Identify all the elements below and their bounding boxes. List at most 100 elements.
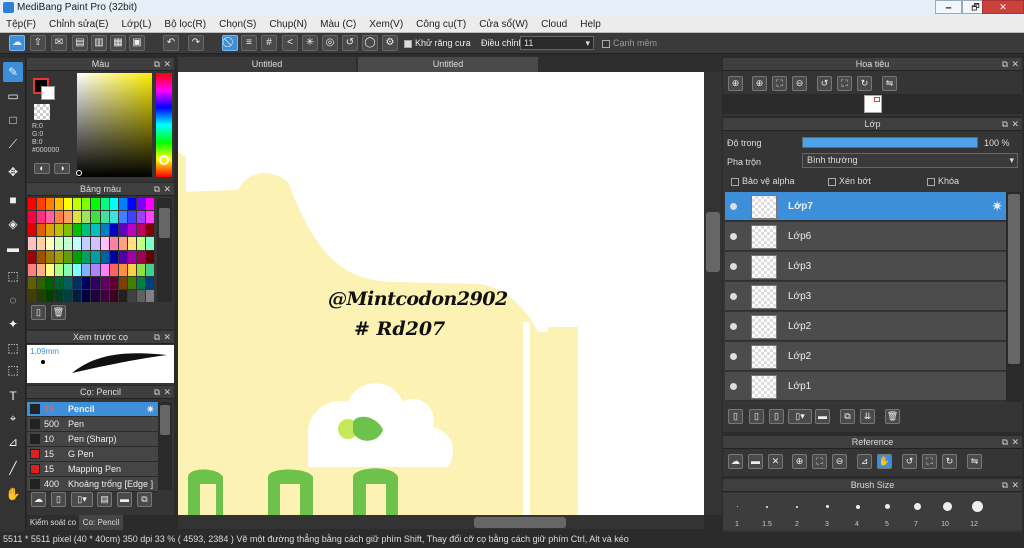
palette-swatch[interactable] [37, 289, 46, 302]
undock-icon[interactable]: ⧉ [154, 58, 160, 71]
navigator-view[interactable] [723, 94, 1022, 114]
eraser-tool-icon[interactable]: ▭ [3, 86, 23, 106]
opacity-slider[interactable] [802, 137, 978, 148]
select-eraser-tool-icon[interactable]: ⬚ [3, 360, 23, 380]
cloud-icon[interactable]: ☁ [9, 35, 25, 51]
palette-swatch[interactable] [127, 198, 136, 211]
palette-scrollbar[interactable] [157, 198, 172, 302]
download-brush-icon[interactable]: ☁ [31, 492, 46, 507]
menu-cloud[interactable]: Cloud [541, 19, 567, 30]
undock-icon[interactable]: ⧉ [1002, 436, 1008, 449]
zoom-out-icon[interactable]: ⊖ [792, 76, 807, 91]
select-tool-icon[interactable]: ⬚ [3, 266, 23, 286]
hand-icon[interactable]: ✋ [877, 454, 892, 469]
flip-icon[interactable]: ⇋ [967, 454, 982, 469]
palette-swatch[interactable] [100, 237, 109, 250]
redo-icon[interactable]: ↷ [188, 35, 204, 51]
background-color-swatch[interactable] [41, 86, 55, 100]
palette-swatch[interactable] [46, 289, 55, 302]
palette-swatch[interactable] [91, 289, 100, 302]
close-icon[interactable]: ✕ [163, 58, 171, 71]
palette-swatch[interactable] [127, 211, 136, 224]
blend-select[interactable]: Bình thường ▾ [802, 153, 1018, 168]
folder-icon[interactable]: ▬ [117, 492, 132, 507]
protect-alpha-checkbox[interactable]: Bảo vệ alpha [731, 176, 795, 186]
snap-parallel-icon[interactable]: ≡ [241, 35, 257, 51]
layer-row[interactable]: Lớp3 [725, 252, 1006, 281]
undock-icon[interactable]: ⧉ [154, 331, 160, 344]
menu-filter[interactable]: Bộ lọc(R) [164, 19, 206, 30]
eyedropper-icon[interactable]: ⊿ [857, 454, 872, 469]
save-icon[interactable]: ▥ [91, 35, 107, 51]
add-brush-icon[interactable]: ▯ [51, 492, 66, 507]
menu-tools[interactable]: Công cụ(T) [416, 19, 466, 30]
snap-circle-icon[interactable]: ◎ [322, 35, 338, 51]
palette-swatch[interactable] [46, 198, 55, 211]
palette-swatch[interactable] [136, 289, 145, 302]
zoom-in-alt-icon[interactable]: ⊕ [752, 76, 767, 91]
menu-view[interactable]: Xem(V) [369, 19, 403, 30]
palette-swatch[interactable] [109, 211, 118, 224]
new-palette-icon[interactable]: ▯ [31, 305, 46, 320]
eye-icon[interactable] [730, 233, 737, 240]
clipping-checkbox[interactable]: Xén bớt [828, 176, 871, 186]
duplicate-layer-icon[interactable]: ⧉ [840, 409, 855, 424]
palette-swatch[interactable] [136, 263, 145, 276]
palette-swatch[interactable] [100, 224, 109, 237]
zoom-out-icon[interactable]: ⊖ [832, 454, 847, 469]
color-mode-icon[interactable]: ◐ [34, 163, 50, 174]
tab-brush-pencil[interactable]: Co: Pencil [79, 515, 123, 530]
fit-screen-icon[interactable]: ⛶ [922, 454, 937, 469]
palette-swatch[interactable] [28, 276, 37, 289]
hue-cursor[interactable] [159, 155, 169, 165]
palette-swatch[interactable] [64, 224, 73, 237]
gradient-tool-icon[interactable]: ▬ [3, 238, 23, 258]
brush-item-pen-sharp[interactable]: 10 Pen (Sharp) [27, 432, 158, 447]
tab-brush-control[interactable]: Kiểm soát co [27, 515, 79, 530]
layer-row[interactable]: Lớp3 [725, 282, 1006, 311]
palette-swatch[interactable] [136, 276, 145, 289]
layer-scrollbar[interactable] [1006, 192, 1022, 402]
palette-swatch[interactable] [91, 224, 100, 237]
palette-swatch[interactable] [91, 276, 100, 289]
size-dot[interactable] [766, 506, 768, 508]
rotate-left-icon[interactable]: ↺ [902, 454, 917, 469]
folder-icon[interactable]: ▬ [815, 409, 830, 424]
palette-swatch[interactable] [127, 289, 136, 302]
snap-grid-icon[interactable]: # [261, 35, 277, 51]
brush-item-g-pen[interactable]: 15 G Pen [27, 447, 158, 462]
layer-row[interactable]: Lớp1 [725, 372, 1006, 401]
canvas-vertical-scrollbar[interactable] [704, 72, 722, 515]
palette-swatch[interactable] [55, 237, 64, 250]
size-dot[interactable] [856, 505, 860, 509]
palette-swatch[interactable] [55, 263, 64, 276]
text-tool-icon[interactable]: T [3, 386, 23, 406]
menu-help[interactable]: Help [580, 19, 601, 30]
palette-swatch[interactable] [118, 211, 127, 224]
rotate-reset-icon[interactable]: ↻ [857, 76, 872, 91]
color-history-icon[interactable]: ◑ [54, 163, 70, 174]
palette-swatch[interactable] [64, 198, 73, 211]
palette-swatch[interactable] [82, 276, 91, 289]
snap-curve-icon[interactable]: ↺ [342, 35, 358, 51]
transparent-color-swatch[interactable] [34, 104, 50, 120]
palette-swatch[interactable] [55, 224, 64, 237]
palette-swatch[interactable] [100, 263, 109, 276]
palette-swatch[interactable] [127, 237, 136, 250]
eye-icon[interactable] [730, 263, 737, 270]
palette-swatch[interactable] [109, 237, 118, 250]
brush-item-mapping-pen[interactable]: 15 Mapping Pen [27, 462, 158, 477]
close-icon[interactable]: ✕ [1011, 436, 1019, 449]
palette-swatch[interactable] [82, 250, 91, 263]
adjust-select[interactable]: 11 ▾ [520, 36, 594, 50]
undock-icon[interactable]: ⧉ [154, 386, 160, 399]
close-icon[interactable]: ✕ [1011, 479, 1019, 492]
palette-swatch[interactable] [73, 224, 82, 237]
palette-swatch[interactable] [100, 250, 109, 263]
palette-swatch[interactable] [127, 263, 136, 276]
palette-swatch[interactable] [91, 250, 100, 263]
palette-swatch[interactable] [73, 211, 82, 224]
brush-scroll-thumb[interactable] [160, 405, 170, 435]
snap-perspective-icon[interactable]: < [282, 35, 298, 51]
close-icon[interactable]: ✕ [163, 183, 171, 196]
